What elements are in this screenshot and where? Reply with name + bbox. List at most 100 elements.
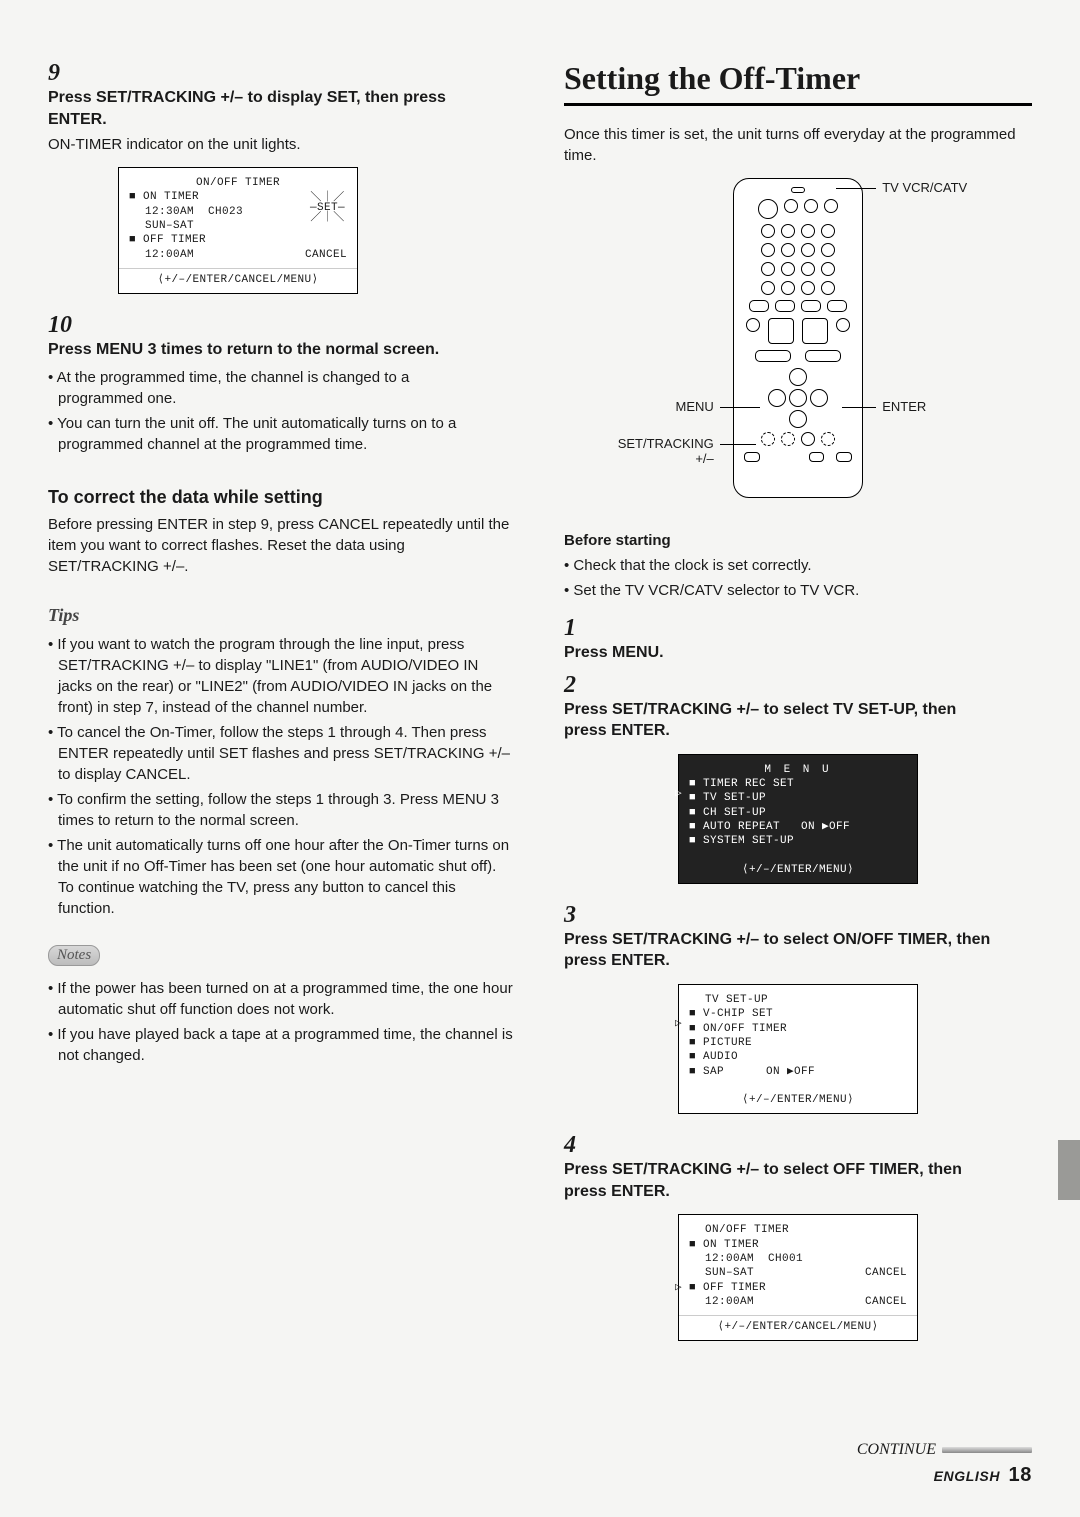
remote-button-icon (755, 350, 791, 362)
continue-label: CONTINUE (857, 1441, 936, 1458)
osd-line: 12:00AM (145, 248, 194, 262)
step-10: 10 Press MENU 3 times to return to the n… (48, 312, 516, 459)
page-edge-tab (1058, 1140, 1080, 1200)
osd-line: SUN–SAT (705, 1266, 754, 1280)
remote-button-icon (761, 281, 775, 295)
osd-line: CH SET-UP (689, 806, 907, 820)
bullet-item: You can turn the unit off. The unit auto… (48, 413, 484, 455)
osd-hint: ⟨+/–/ENTER/CANCEL/MENU⟩ (689, 1320, 907, 1334)
bullet-item: Check that the clock is set correctly. (564, 555, 1032, 576)
remote-button-icon (821, 281, 835, 295)
before-starting-heading: Before starting (564, 532, 1032, 549)
osd-title: ON/OFF TIMER (689, 1223, 907, 1237)
remote-button-icon (801, 243, 815, 257)
osd-line: ON TIMER (689, 1238, 907, 1252)
osd-step9: ON/OFF TIMER ON TIMER 12:30AM CH023 SUN–… (118, 167, 358, 294)
page-footer: ENGLISH 18 (934, 1464, 1032, 1487)
osd-line: PICTURE (689, 1036, 907, 1050)
step-3: 3 Press SET/TRACKING +/– to select ON/OF… (564, 902, 1032, 972)
tip-item: The unit automatically turns off one hou… (48, 835, 516, 919)
continue-indicator: CONTINUE (857, 1441, 1032, 1459)
step-number: 10 (48, 312, 76, 339)
remote-button-icon (836, 452, 852, 462)
paragraph: Before pressing ENTER in step 9, press C… (48, 514, 516, 577)
osd-line: TIMER REC SET (689, 777, 907, 791)
osd-title: M E N U (689, 763, 907, 777)
osd-line: 12:00AM (705, 1295, 754, 1309)
remote-button-icon (781, 224, 795, 238)
subsection-heading: To correct the data while setting (48, 487, 516, 508)
remote-button-icon (761, 224, 775, 238)
osd-line: SYSTEM SET-UP (689, 834, 907, 848)
notes-heading: Notes (48, 945, 100, 966)
note-item: If the power has been turned on at a pro… (48, 978, 516, 1020)
remote-button-icon (784, 199, 798, 213)
label-set-tracking: SET/TRACKING +/– (604, 436, 714, 466)
step-number: 9 (48, 60, 76, 87)
bullet-item: At the programmed time, the channel is c… (48, 367, 484, 409)
tip-item: To cancel the On-Timer, follow the steps… (48, 722, 516, 785)
remote-button-icon (824, 199, 838, 213)
before-starting-list: Check that the clock is set correctly. S… (564, 555, 1032, 601)
remote-button-icon (801, 281, 815, 295)
remote-button-icon (744, 452, 760, 462)
label-menu: MENU (675, 399, 713, 414)
label-enter: ENTER (882, 399, 926, 414)
remote-button-icon (801, 262, 815, 276)
remote-dpad-icon (768, 368, 828, 428)
osd-hint: ⟨+/–/ENTER/MENU⟩ (689, 863, 907, 877)
remote-button-icon (746, 318, 760, 332)
tip-item: If you want to watch the program through… (48, 634, 516, 718)
footer-language: ENGLISH (934, 1468, 1000, 1484)
remote-button-icon (836, 318, 850, 332)
remote-button-icon (801, 224, 815, 238)
remote-button-icon (809, 452, 825, 462)
step-heading: Press SET/TRACKING +/– to display SET, t… (48, 87, 484, 130)
remote-button-icon (761, 432, 775, 446)
osd-line: ON/OFF TIMER (689, 1022, 907, 1036)
step-number: 1 (564, 615, 592, 642)
page-columns: 9 Press SET/TRACKING +/– to display SET,… (48, 60, 1032, 1359)
step-heading: Press SET/TRACKING +/– to select OFF TIM… (564, 1159, 1000, 1202)
step-paragraph: ON-TIMER indicator on the unit lights. (48, 134, 484, 155)
remote-button-icon (821, 224, 835, 238)
step-heading: Press SET/TRACKING +/– to select TV SET-… (564, 699, 1000, 742)
set-indicator: ＼｜／ —SET— ／｜＼ (310, 194, 345, 224)
step-9: 9 Press SET/TRACKING +/– to display SET,… (48, 60, 516, 155)
step-4: 4 Press SET/TRACKING +/– to select OFF T… (564, 1132, 1032, 1202)
step-number: 4 (564, 1132, 592, 1159)
step-1: 1 Press MENU. (564, 615, 1032, 664)
tip-item: To confirm the setting, follow the steps… (48, 789, 516, 831)
step-heading: Press SET/TRACKING +/– to select ON/OFF … (564, 929, 1000, 972)
step-2: 2 Press SET/TRACKING +/– to select TV SE… (564, 672, 1032, 742)
remote-button-icon (801, 300, 821, 312)
left-column: 9 Press SET/TRACKING +/– to display SET,… (48, 60, 516, 1359)
note-item: If you have played back a tape at a prog… (48, 1024, 516, 1066)
osd-hint: ⟨+/–/ENTER/CANCEL/MENU⟩ (129, 273, 347, 287)
remote-button-icon (804, 199, 818, 213)
osd-line: AUDIO (689, 1050, 907, 1064)
osd-title: TV SET-UP (689, 993, 907, 1007)
remote-button-icon (781, 281, 795, 295)
right-column: Setting the Off-Timer Once this timer is… (564, 60, 1032, 1359)
osd-line: CANCEL (305, 248, 347, 262)
remote-button-icon (801, 432, 815, 446)
remote-button-icon (802, 318, 828, 344)
step-heading: Press MENU 3 times to return to the norm… (48, 339, 484, 361)
osd-line: CANCEL (865, 1266, 907, 1280)
remote-button-icon (749, 300, 769, 312)
tips-heading: Tips (48, 605, 516, 626)
osd-step4: ON/OFF TIMER ON TIMER 12:00AM CH001 SUN–… (678, 1214, 918, 1341)
intro-paragraph: Once this timer is set, the unit turns o… (564, 124, 1032, 166)
bullet-item: Set the TV VCR/CATV selector to TV VCR. (564, 580, 1032, 601)
tips-list: If you want to watch the program through… (48, 634, 516, 919)
remote-body (733, 178, 863, 498)
label-tv-vcr-catv: TV VCR/CATV (882, 180, 967, 195)
osd-line: CANCEL (865, 1295, 907, 1309)
remote-button-icon (768, 318, 794, 344)
remote-button-icon (827, 300, 847, 312)
footer-page-number: 18 (1009, 1464, 1032, 1486)
osd-line: OFF TIMER (129, 233, 347, 247)
remote-button-icon (758, 199, 778, 219)
remote-button-icon (821, 243, 835, 257)
